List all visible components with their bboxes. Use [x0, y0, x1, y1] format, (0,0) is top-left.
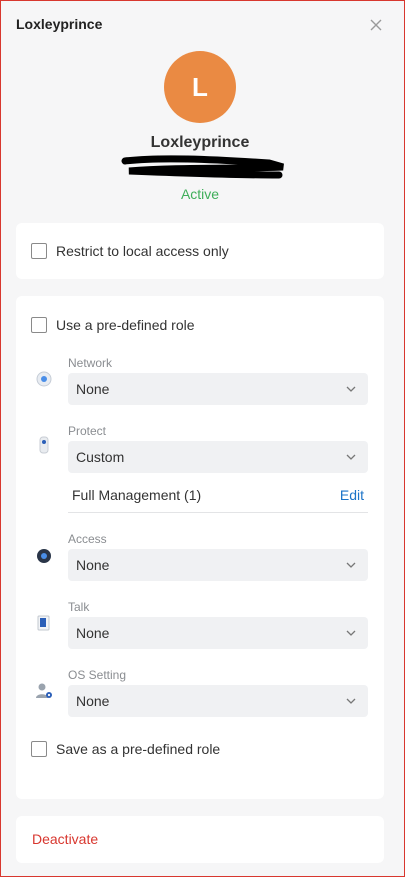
- avatar: L: [164, 51, 236, 123]
- network-role-select[interactable]: None: [68, 373, 368, 405]
- network-label: Network: [68, 356, 113, 370]
- user-settings-icon: [36, 683, 52, 698]
- os-setting-label: OS Setting: [68, 668, 127, 682]
- select-value: None: [76, 381, 110, 397]
- chevron-down-icon: [346, 630, 356, 636]
- redaction-scribble: [121, 155, 284, 179]
- checkbox-box[interactable]: [31, 243, 47, 259]
- save-predefined-role-checkbox[interactable]: Save as a pre-defined role: [31, 741, 220, 757]
- chevron-down-icon: [346, 562, 356, 568]
- chevron-down-icon: [346, 698, 356, 704]
- select-value: Custom: [76, 449, 125, 465]
- status-text: Active: [180, 186, 220, 202]
- talk-label: Talk: [68, 600, 90, 614]
- avatar-initial: L: [192, 71, 208, 102]
- talk-role-select[interactable]: None: [68, 617, 368, 649]
- checkbox-label: Restrict to local access only: [56, 243, 229, 259]
- deactivate-button[interactable]: Deactivate: [32, 831, 98, 847]
- access-label: Access: [68, 532, 107, 546]
- checkbox-label: Save as a pre-defined role: [56, 741, 221, 757]
- roles-card: [16, 296, 384, 799]
- select-value: None: [76, 693, 110, 709]
- deactivate-card: Deactivate: [16, 816, 384, 863]
- checkbox-box[interactable]: [31, 741, 47, 757]
- protect-label: Protect: [68, 424, 107, 438]
- phone-icon: [37, 615, 50, 631]
- protect-role-select[interactable]: Custom: [68, 441, 368, 473]
- access-reader-icon: [37, 549, 51, 563]
- edit-link[interactable]: Edit: [340, 487, 364, 503]
- close-icon[interactable]: [367, 16, 385, 34]
- permission-summary: Full Management (1): [72, 487, 202, 503]
- os-setting-role-select[interactable]: None: [68, 685, 368, 717]
- panel-title: Loxleyprince: [16, 16, 103, 32]
- chevron-down-icon: [346, 454, 356, 460]
- select-value: None: [76, 557, 110, 573]
- restrict-local-access-checkbox[interactable]: Restrict to local access only: [31, 243, 229, 259]
- protect-permission-row: Full Management (1) Edit: [68, 479, 368, 513]
- select-value: None: [76, 625, 110, 641]
- user-name: Loxleyprince: [150, 134, 250, 151]
- checkbox-box[interactable]: [31, 317, 47, 333]
- access-role-select[interactable]: None: [68, 549, 368, 581]
- chevron-down-icon: [346, 386, 356, 392]
- camera-icon: [39, 436, 49, 454]
- network-device-icon: [36, 371, 52, 387]
- checkbox-label: Use a pre-defined role: [56, 317, 195, 333]
- use-predefined-role-checkbox[interactable]: Use a pre-defined role: [31, 317, 195, 333]
- local-access-card: Restrict to local access only: [16, 223, 384, 279]
- user-detail-panel: Loxleyprince L Loxleyprince Active Restr…: [0, 0, 405, 877]
